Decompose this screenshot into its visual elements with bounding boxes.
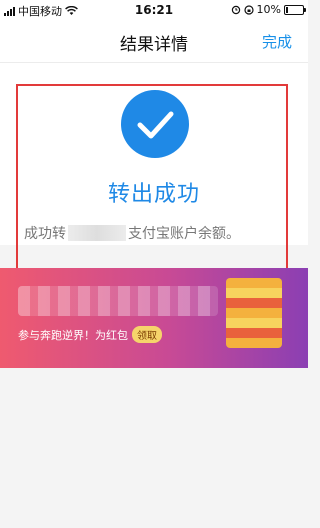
battery-percent: 10% [256,3,281,16]
status-right: 10% [231,3,306,16]
battery-icon [284,4,306,15]
rotation-lock-icon [243,4,254,15]
banner-caption: 参与奔跑逆界！为红包 [18,328,128,342]
status-bar: 中国移动 16:21 10% [0,0,308,20]
highlight-annotation [16,84,288,270]
banner-claim-button[interactable]: 领取 [132,326,162,343]
banner-text: 参与奔跑逆界！为红包 领取 [18,326,162,343]
nav-bar: 结果详情 完成 [0,20,308,63]
gift-image [226,278,282,348]
battery-level [286,6,288,13]
done-button[interactable]: 完成 [262,31,292,52]
alarm-icon [231,5,240,14]
banner-headline-blurred [18,286,218,316]
